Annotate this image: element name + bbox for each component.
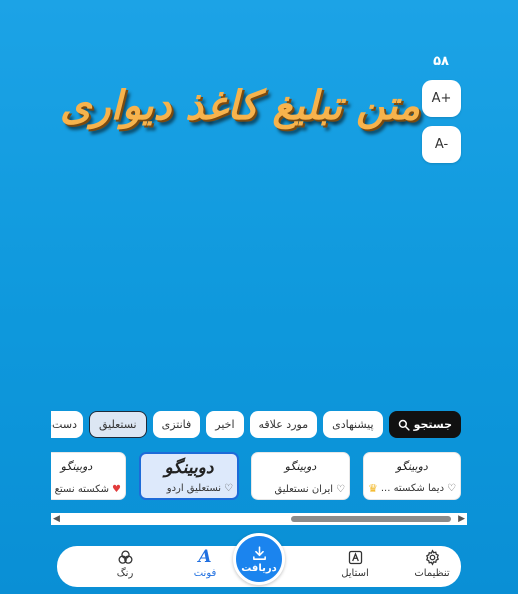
decrease-size-button[interactable]: A- — [422, 126, 461, 163]
font-name: ایران نستعلیق — [274, 484, 334, 495]
editor-canvas: ۵۸ A+ A- متن تبلیغ کاغذ دیواری جستجو پیش… — [0, 0, 518, 594]
chip-handwritten[interactable]: دست‌نویس — [51, 411, 83, 438]
font-card[interactable]: دوبینگو ♡ ایران نستعلیق — [251, 452, 350, 500]
search-icon — [398, 419, 410, 431]
increase-size-button[interactable]: A+ — [422, 80, 461, 117]
nav-style-label: استایل — [341, 568, 369, 579]
font-name: دیما شکسته ... — [380, 483, 445, 494]
font-card[interactable]: دوبینگو ♥ شکسته نستع — [51, 452, 126, 500]
download-button[interactable]: دریافت — [233, 533, 285, 585]
heart-icon[interactable]: ♡ — [224, 483, 233, 494]
nav-style[interactable]: استایل — [320, 549, 390, 585]
font-card-list: دوبینگو ♡ دیما شکسته ... ♛ دوبینگو ♡ ایر… — [51, 452, 461, 501]
chip-search[interactable]: جستجو — [388, 411, 461, 438]
font-card-footer: ♡ ایران نستعلیق — [256, 484, 345, 495]
download-icon — [252, 545, 266, 560]
heart-icon[interactable]: ♡ — [336, 484, 345, 495]
nav-settings-label: تنظیمات — [414, 568, 450, 579]
crown-icon: ♛ — [368, 482, 378, 495]
scroll-right-icon[interactable]: ▶ — [458, 514, 465, 524]
chip-label: جستجو — [413, 418, 452, 431]
font-sample: دوبینگو — [164, 458, 214, 478]
horizontal-scrollbar[interactable]: ◀ ▶ — [51, 513, 467, 525]
nav-color[interactable]: رنگ — [90, 549, 160, 585]
font-card[interactable]: دوبینگو ♡ دیما شکسته ... ♛ — [363, 452, 461, 500]
download-label: دریافت — [241, 562, 277, 574]
scroll-left-icon[interactable]: ◀ — [53, 514, 60, 524]
style-icon — [348, 550, 362, 565]
chip-favorites[interactable]: مورد علاقه — [249, 411, 318, 438]
font-card-selected[interactable]: دوبینگو ♡ نستعلیق اردو — [139, 452, 239, 500]
font-card-footer: ♥ شکسته نستع — [51, 484, 121, 495]
font-card-footer: ♡ دیما شکسته ... ♛ — [368, 482, 456, 495]
heart-icon[interactable]: ♡ — [447, 483, 456, 494]
chip-fantasy[interactable]: فانتزی — [152, 411, 201, 438]
font-sample: دوبینگو — [284, 460, 317, 473]
color-circles-icon — [117, 550, 133, 564]
nav-settings[interactable]: تنظیمات — [397, 549, 467, 585]
font-sample: دوبینگو — [396, 460, 428, 473]
chip-suggested[interactable]: پیشنهادی — [323, 411, 383, 438]
heart-filled-icon[interactable]: ♥ — [112, 484, 121, 495]
nav-font-label: فونت — [193, 568, 217, 579]
font-name: شکسته نستع — [54, 484, 110, 495]
nav-font[interactable]: A فونت — [170, 549, 240, 585]
font-name: نستعلیق اردو — [166, 483, 222, 494]
category-chips: جستجو پیشنهادی مورد علاقه اخیر فانتزی نس… — [51, 411, 461, 439]
gear-icon — [425, 549, 439, 566]
nav-color-label: رنگ — [116, 568, 134, 579]
text-size-value: ۵۸ — [433, 54, 449, 69]
preview-text[interactable]: متن تبلیغ کاغذ دیواری — [60, 66, 420, 146]
chip-recent[interactable]: اخیر — [206, 411, 244, 438]
chip-nastaliq[interactable]: نستعلیق — [88, 411, 147, 438]
font-sample: دوبینگو — [60, 460, 93, 473]
scroll-thumb[interactable] — [291, 516, 451, 522]
font-card-footer: ♡ نستعلیق اردو — [145, 483, 233, 494]
font-icon: A — [198, 547, 212, 567]
